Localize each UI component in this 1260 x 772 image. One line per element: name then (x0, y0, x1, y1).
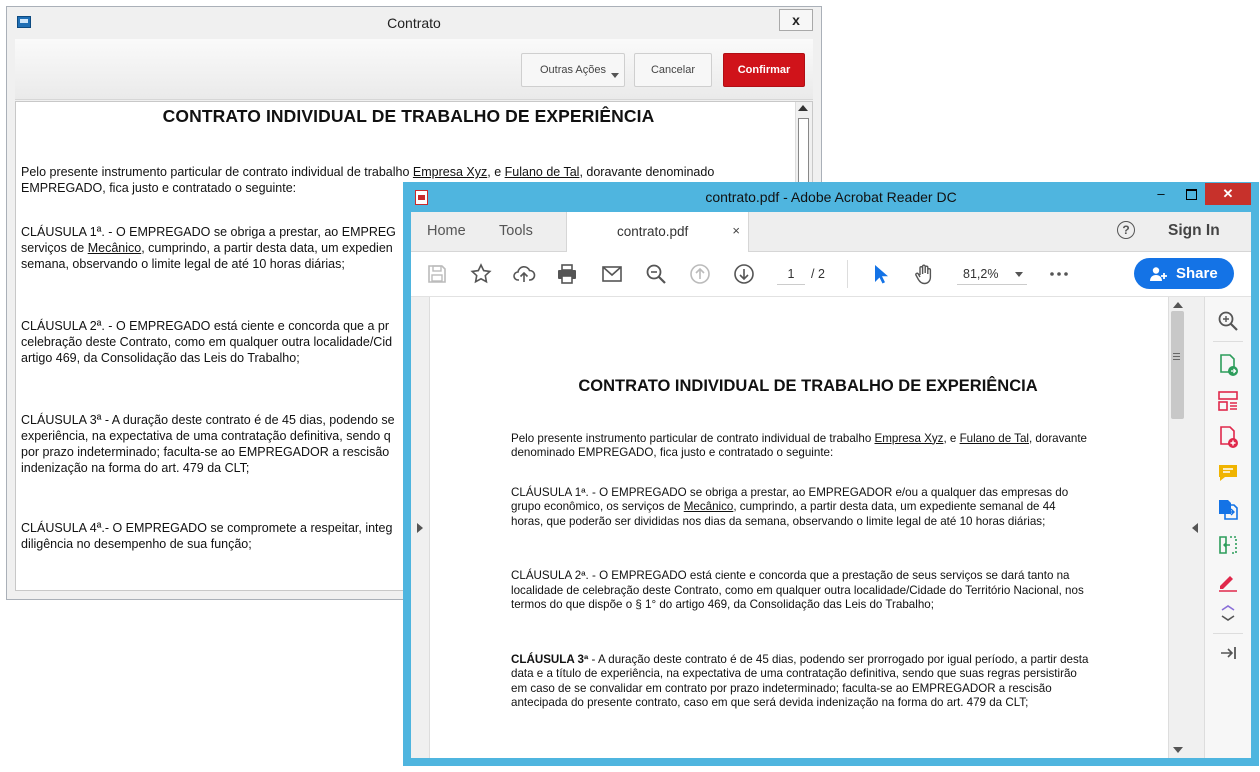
acrobat-close-button[interactable]: ✕ (1205, 183, 1251, 205)
contract-title: CONTRATO INDIVIDUAL DE TRABALHO DE EXPER… (162, 106, 655, 126)
email-icon[interactable] (600, 262, 624, 286)
scroll-thumb[interactable] (1171, 311, 1184, 419)
create-pdf-icon[interactable] (1216, 425, 1240, 449)
help-icon[interactable]: ? (1117, 221, 1135, 239)
contrato-toolbar: Outras Ações Cancelar Confirmar (15, 39, 813, 100)
maximize-button[interactable] (1177, 183, 1205, 205)
acrobat-title: contrato.pdf - Adobe Acrobat Reader DC (705, 189, 957, 205)
scroll-up-icon[interactable] (1173, 302, 1183, 308)
comment-icon[interactable] (1216, 461, 1240, 485)
right-panel-toggle[interactable] (1186, 297, 1204, 758)
fill-sign-icon[interactable] (1216, 569, 1240, 593)
pdf-contract-title: CONTRATO INDIVIDUAL DE TRABALHO DE EXPER… (578, 377, 1038, 395)
compress-icon[interactable] (1216, 533, 1240, 557)
pdf-clausula-1: CLÁUSULA 1ª. - O EMPREGADO se obriga a p… (511, 485, 1069, 528)
zoom-tools-icon[interactable] (1216, 309, 1240, 333)
contrato-titlebar: Contrato x (7, 7, 821, 37)
maximize-icon (1185, 189, 1197, 201)
empregado-field: Fulano de Tal (504, 165, 580, 179)
scroll-thumb[interactable] (798, 118, 809, 188)
combine-files-icon[interactable] (1216, 497, 1240, 521)
acrobat-content: Home Tools contrato.pdf × ? Sign In 1 / … (411, 212, 1251, 758)
page-down-icon[interactable] (732, 262, 756, 286)
panel-divider (1213, 633, 1243, 634)
cargo-field: Mecânico (87, 241, 142, 255)
scroll-grip-icon (1173, 353, 1180, 354)
sign-in-link[interactable]: Sign In (1168, 222, 1220, 240)
acrobat-titlebar: contrato.pdf - Adobe Acrobat Reader DC –… (403, 182, 1259, 212)
export-pdf-icon[interactable] (1216, 353, 1240, 377)
save-icon[interactable] (425, 262, 449, 286)
expand-panel-icon[interactable] (1216, 641, 1240, 665)
tab-document-label: contrato.pdf (617, 224, 689, 239)
scroll-up-icon[interactable] (798, 105, 808, 111)
pdf-intro: Pelo presente instrumento particular de … (511, 431, 1087, 460)
collapse-right-icon (1192, 523, 1198, 533)
share-button[interactable]: Share (1134, 258, 1234, 289)
pdf-clausula-2: CLÁUSULA 2ª. - O EMPREGADO está ciente e… (511, 569, 1084, 611)
more-icon[interactable] (1047, 262, 1071, 286)
tab-tools[interactable]: Tools (499, 223, 533, 239)
chevron-down-icon (1015, 272, 1023, 277)
page-up-icon[interactable] (688, 262, 712, 286)
page-total: / 2 (811, 267, 825, 281)
outras-acoes-label: Outras Ações (539, 64, 607, 76)
close-tab-icon[interactable]: × (732, 223, 740, 238)
tab-home[interactable]: Home (427, 223, 466, 239)
add-person-icon (1150, 267, 1167, 281)
collapse-panel-icon[interactable] (1216, 601, 1240, 625)
tools-panel (1204, 297, 1251, 758)
select-cursor-icon[interactable] (869, 262, 893, 286)
pdf-vertical-scrollbar[interactable] (1168, 297, 1187, 758)
zoom-level-value: 81,2% (963, 267, 999, 281)
acrobat-tabs: Home Tools contrato.pdf × ? Sign In (411, 212, 1251, 252)
expand-left-icon (417, 523, 423, 533)
tab-document[interactable]: contrato.pdf × (566, 212, 749, 252)
toolbar-divider (847, 260, 848, 288)
upload-cloud-icon[interactable] (512, 262, 536, 286)
zoom-level-select[interactable]: 81,2% (957, 264, 1027, 285)
print-icon[interactable] (555, 262, 579, 286)
organize-pages-icon[interactable] (1216, 389, 1240, 413)
pdf-cargo-field: Mecânico (683, 500, 734, 513)
pdf-empresa-field: Empresa Xyz (874, 431, 944, 445)
minimize-button[interactable]: – (1147, 183, 1175, 205)
panel-divider (1213, 341, 1243, 342)
page-number-input[interactable]: 1 (777, 264, 805, 285)
left-panel-toggle[interactable] (411, 297, 430, 758)
bookmark-star-icon[interactable] (469, 262, 493, 286)
chevron-down-icon (611, 73, 619, 78)
share-label: Share (1176, 265, 1218, 282)
pdf-clausula-3: CLÁUSULA 3ª - A duração deste contrato é… (511, 652, 1089, 710)
acrobat-toolbar: 1 / 2 81,2% Share (411, 252, 1251, 297)
cancelar-button[interactable]: Cancelar (634, 53, 712, 87)
contrato-title: Contrato (387, 15, 441, 31)
close-button[interactable]: x (779, 9, 813, 31)
confirmar-button[interactable]: Confirmar (723, 53, 805, 87)
scroll-down-icon[interactable] (1173, 747, 1183, 753)
hand-tool-icon[interactable] (912, 262, 936, 286)
acrobat-window: contrato.pdf - Adobe Acrobat Reader DC –… (403, 182, 1259, 766)
outras-acoes-button[interactable]: Outras Ações (521, 53, 625, 87)
pdf-empregado-field: Fulano de Tal (959, 431, 1029, 445)
pdf-page[interactable]: CONTRATO INDIVIDUAL DE TRABALHO DE EXPER… (430, 297, 1168, 758)
pdf-viewer: CONTRATO INDIVIDUAL DE TRABALHO DE EXPER… (411, 297, 1251, 758)
zoom-out-icon[interactable] (644, 262, 668, 286)
empresa-field: Empresa Xyz (412, 165, 488, 179)
